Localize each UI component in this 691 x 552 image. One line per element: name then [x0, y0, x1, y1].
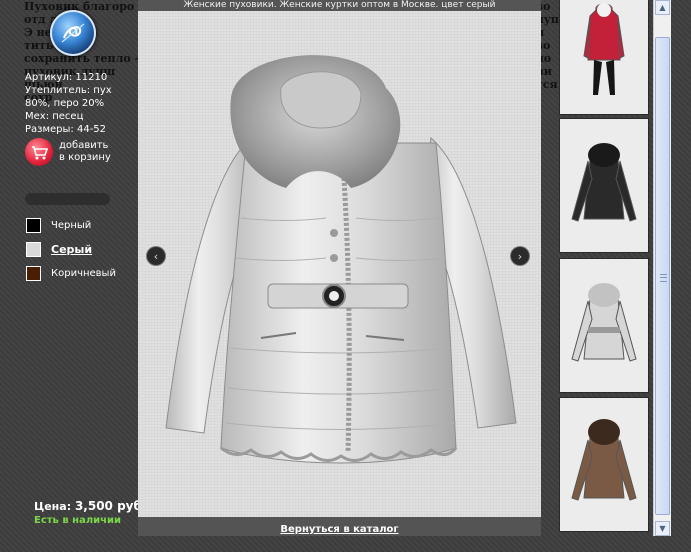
add-to-cart-line: добавить [59, 140, 109, 151]
price: Цена: 3,500 руб. [34, 499, 146, 513]
thumbnail-red-jacket[interactable] [560, 0, 648, 114]
thumbnail-brown-jacket[interactable] [560, 398, 648, 531]
color-option-brown[interactable]: Коричневый [26, 265, 116, 281]
logo-mark-icon [61, 23, 85, 43]
add-to-cart-label: добавить в корзину [59, 140, 111, 164]
color-swatch [26, 265, 41, 281]
product-specs: Артикул: 11210 Утеплитель: пух 80%, перо… [25, 71, 112, 136]
color-option-black[interactable]: Черный [26, 217, 116, 233]
scroll-up-button[interactable]: ▲ [655, 0, 670, 15]
scroll-grip-icon [660, 274, 667, 282]
color-label: Серый [51, 242, 93, 256]
color-label: Черный [51, 219, 92, 231]
spec-article: Артикул: 11210 [25, 72, 108, 83]
add-to-cart-button[interactable]: добавить в корзину [25, 138, 111, 166]
stock-status: Есть в наличии [34, 515, 122, 526]
spec-sizes: Размеры: 44-52 [25, 124, 107, 135]
main-product-photo[interactable] [156, 48, 526, 478]
back-to-catalog-link[interactable]: Вернуться в каталог [280, 524, 398, 535]
scrollbar-thumb[interactable] [655, 37, 670, 515]
color-swatch [26, 241, 41, 257]
color-option-grey[interactable]: Серый [26, 241, 116, 257]
arrow-up-icon: ▲ [659, 3, 666, 12]
thumbnail-grey-jacket[interactable] [560, 259, 648, 392]
image-lightbox: Женские пуховики. Женские куртки оптом в… [138, 0, 541, 536]
arrow-down-icon: ▼ [659, 524, 666, 533]
spec-fur: Мех: песец [25, 111, 84, 122]
chevron-left-icon: ‹ [153, 249, 159, 263]
site-logo-icon[interactable] [50, 10, 96, 56]
shopping-cart-icon [25, 138, 53, 166]
thumbnail-image [571, 143, 637, 222]
next-image-button[interactable]: › [511, 247, 529, 265]
thumbnail-image [583, 3, 625, 95]
prev-image-button[interactable]: ‹ [147, 247, 165, 265]
page-scrollbar[interactable]: ▲ ▼ [653, 0, 671, 536]
price-label: Цена: [34, 500, 72, 513]
price-value: 3,500 руб. [74, 499, 147, 513]
color-swatch [26, 217, 41, 233]
lightbox-footer: Вернуться в каталог [138, 517, 541, 536]
thumbnail-image [571, 283, 637, 362]
thumbnail-image [571, 419, 637, 501]
spec-insulation-ratio: 80%, перо 20% [25, 98, 105, 109]
lightbox-title: Женские пуховики. Женские куртки оптом в… [138, 0, 541, 11]
add-to-cart-line: в корзину [59, 152, 111, 163]
spec-insulation: Утеплитель: пух [25, 85, 112, 96]
color-label: Коричневый [51, 267, 116, 279]
scroll-down-button[interactable]: ▼ [655, 521, 670, 536]
colors-heading-bar [25, 193, 110, 205]
thumbnail-black-jacket[interactable] [560, 119, 648, 252]
chevron-right-icon: › [517, 249, 523, 263]
color-options: Черный Серый Коричневый [26, 217, 116, 289]
